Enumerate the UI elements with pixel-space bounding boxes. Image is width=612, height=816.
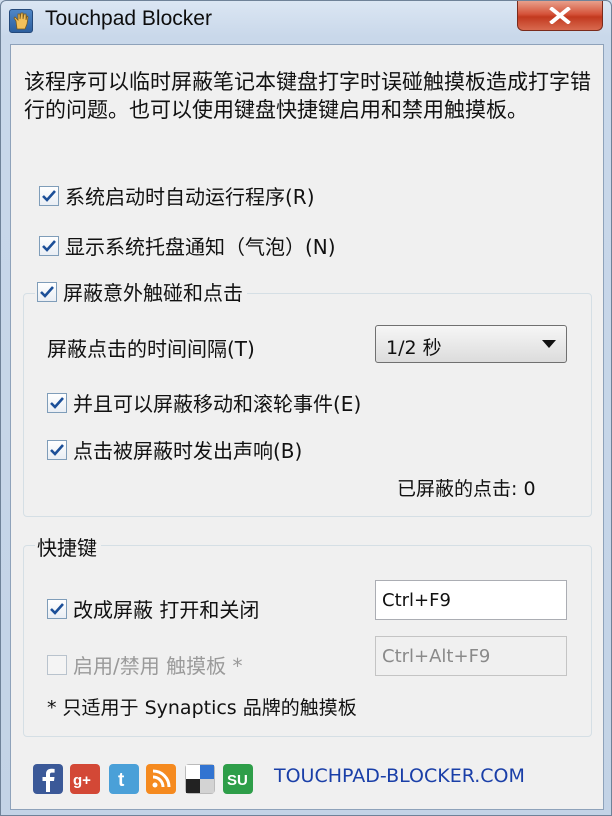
- toggle-block-option[interactable]: 改成屏蔽 打开和关闭: [47, 594, 259, 623]
- toggle-block-hotkey-input[interactable]: Ctrl+F9: [375, 580, 567, 620]
- block-move-label: 并且可以屏蔽移动和滚轮事件(E): [73, 392, 362, 416]
- checkmark-icon: [42, 189, 56, 202]
- dialog-body: 该程序可以临时屏蔽笔记本键盘打字时误碰触摸板造成打字错行的问题。也可以使用键盘快…: [10, 44, 604, 810]
- synaptics-note: * 只适用于 Synaptics 品牌的触摸板: [47, 697, 357, 719]
- beep-option[interactable]: 点击被屏蔽时发出声响(B): [47, 435, 302, 464]
- stumbleupon-icon[interactable]: SU: [223, 764, 253, 794]
- app-window: Touchpad Blocker 该程序可以临时屏蔽笔记本键盘打字时误碰触摸板造…: [0, 0, 612, 816]
- checkmark-icon: [50, 602, 64, 615]
- block-checkbox[interactable]: [37, 281, 57, 302]
- block-group-option[interactable]: 屏蔽意外触碰和点击: [35, 277, 247, 306]
- svg-text:g+: g+: [73, 772, 91, 789]
- dropdown-arrow-icon: [542, 340, 556, 348]
- svg-text:t: t: [118, 770, 125, 791]
- blocked-count-label: 已屏蔽的点击:: [397, 478, 518, 500]
- twitter-icon[interactable]: t: [109, 764, 139, 794]
- toggle-touchpad-option[interactable]: 启用/禁用 触摸板 *: [47, 650, 242, 679]
- hand-icon: [9, 9, 33, 33]
- tray-notify-label: 显示系统托盘通知（气泡）(N): [65, 235, 336, 259]
- rss-icon[interactable]: [146, 764, 176, 794]
- interval-label: 屏蔽点击的时间间隔(T): [47, 337, 255, 361]
- autostart-option[interactable]: 系统启动时自动运行程序(R): [39, 181, 315, 210]
- close-icon: [549, 7, 571, 24]
- block-move-option[interactable]: 并且可以屏蔽移动和滚轮事件(E): [47, 388, 361, 417]
- window-title: Touchpad Blocker: [45, 7, 212, 30]
- beep-label: 点击被屏蔽时发出声响(B): [73, 439, 303, 463]
- autostart-checkbox[interactable]: [39, 185, 59, 206]
- toggle-touchpad-label: 启用/禁用 触摸板 *: [73, 654, 243, 678]
- toggle-block-checkbox[interactable]: [47, 598, 67, 619]
- delicious-icon[interactable]: [185, 764, 215, 794]
- checkmark-icon: [40, 285, 54, 298]
- toggle-touchpad-hotkey-input[interactable]: Ctrl+Alt+F9: [375, 636, 567, 676]
- tray-notify-checkbox[interactable]: [39, 235, 59, 256]
- google-plus-icon[interactable]: g+: [70, 764, 100, 794]
- toggle-block-label: 改成屏蔽 打开和关闭: [73, 598, 260, 622]
- website-link[interactable]: TOUCHPAD-BLOCKER.COM: [274, 765, 525, 787]
- blocked-count-value: 0: [523, 478, 536, 500]
- block-group-label: 屏蔽意外触碰和点击: [63, 281, 243, 305]
- hotkeys-group-label: 快捷键: [35, 532, 101, 561]
- autostart-label: 系统启动时自动运行程序(R): [65, 185, 315, 209]
- tray-notify-option[interactable]: 显示系统托盘通知（气泡）(N): [39, 231, 336, 260]
- beep-checkbox[interactable]: [47, 439, 67, 460]
- title-bar[interactable]: Touchpad Blocker: [1, 1, 611, 45]
- block-move-checkbox[interactable]: [47, 392, 67, 413]
- checkmark-icon: [50, 396, 64, 409]
- interval-select[interactable]: 1/2 秒: [375, 325, 567, 363]
- description-text: 该程序可以临时屏蔽笔记本键盘打字时误碰触摸板造成打字错行的问题。也可以使用键盘快…: [24, 70, 591, 122]
- interval-value: 1/2 秒: [386, 337, 442, 359]
- close-button[interactable]: [517, 1, 603, 31]
- svg-text:SU: SU: [227, 772, 248, 789]
- facebook-icon[interactable]: [33, 764, 63, 794]
- toggle-touchpad-checkbox[interactable]: [47, 654, 67, 675]
- checkmark-icon: [42, 239, 56, 252]
- blocked-count-row: 已屏蔽的点击: 0: [397, 474, 536, 501]
- checkmark-icon: [50, 443, 64, 456]
